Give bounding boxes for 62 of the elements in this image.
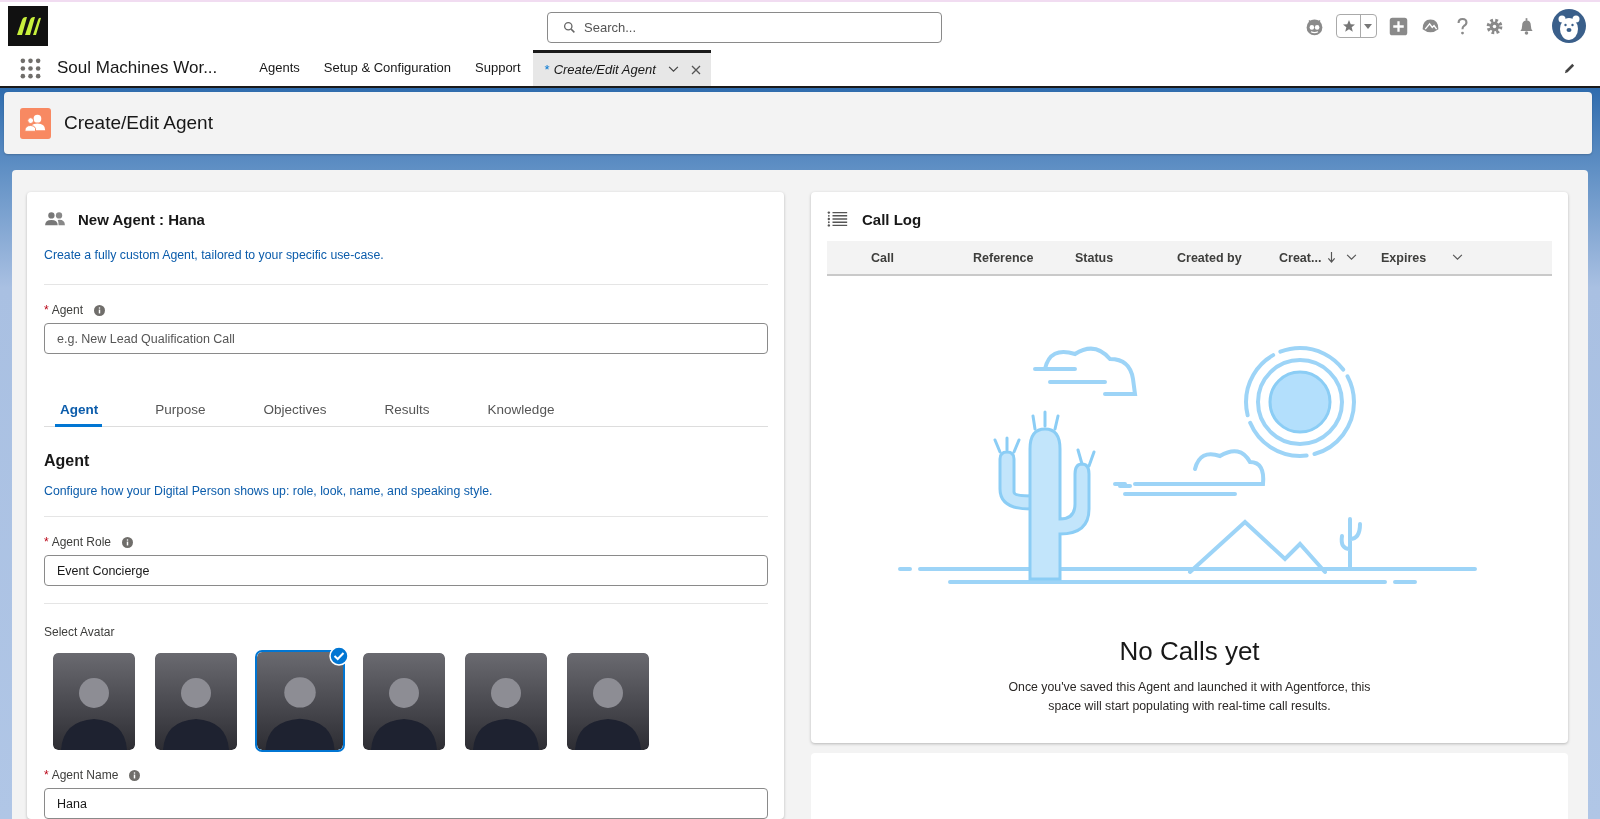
- agent-name-input[interactable]: Hana: [44, 788, 768, 819]
- field-label: Agent Name: [51, 768, 119, 782]
- star-icon: [1341, 18, 1357, 34]
- info-icon: [122, 536, 134, 548]
- close-icon[interactable]: [690, 64, 701, 75]
- empty-state-message: Once you've saved this Agent and launched it with Agentforce, this space will start populating with real-time call results.: [1007, 679, 1372, 715]
- avatar-photo-placeholder[interactable]: [155, 652, 237, 750]
- avatar-photo-placeholder[interactable]: [567, 652, 649, 750]
- required-mark: *: [44, 768, 49, 782]
- form-tab[interactable]: Results: [384, 398, 430, 427]
- avatar-photo-placeholder[interactable]: [53, 652, 135, 750]
- form-tab[interactable]: Knowledge: [487, 398, 555, 427]
- people-icon: [44, 210, 66, 228]
- search-field[interactable]: Search...: [547, 12, 942, 43]
- form-tab[interactable]: Objectives: [263, 398, 327, 427]
- nav-item[interactable]: Agents: [247, 50, 312, 86]
- logo-icon: [8, 6, 48, 46]
- people-icon: [20, 107, 51, 139]
- search-icon: [563, 21, 576, 34]
- agent-input[interactable]: e.g. New Lead Qualification Call: [44, 323, 768, 354]
- agent-role-input[interactable]: Event Concierge: [44, 555, 768, 586]
- column-header[interactable]: Call: [871, 250, 973, 265]
- card-subtitle: Create a fully custom Agent, tailored to your specific use-case.: [44, 248, 385, 262]
- app-launcher-icon[interactable]: [20, 57, 41, 79]
- required-mark: *: [44, 535, 49, 549]
- form-tab[interactable]: Purpose: [155, 398, 206, 427]
- avatar-photo-placeholder[interactable]: [465, 652, 547, 750]
- column-header[interactable]: Reference: [973, 250, 1075, 265]
- info-icon: [129, 769, 141, 781]
- caret-icon: [1364, 23, 1372, 29]
- app-name: Soul Machines Wor...: [57, 58, 218, 78]
- column-header[interactable]: Creat...: [1279, 250, 1381, 265]
- page-title: Create/Edit Agent: [64, 112, 213, 134]
- field-label: Agent: [51, 303, 84, 317]
- check-icon: [329, 646, 349, 666]
- arrow-down-icon: [1327, 252, 1337, 263]
- pencil-icon[interactable]: [1563, 61, 1576, 75]
- field-label: Agent Role: [51, 535, 112, 549]
- required-mark: *: [44, 303, 49, 317]
- user-avatar-icon[interactable]: [1552, 9, 1586, 43]
- section-title: Agent: [44, 452, 91, 470]
- column-header[interactable]: Status: [1075, 250, 1177, 265]
- chevron-down-icon[interactable]: [667, 66, 679, 73]
- empty-state-title: No Calls yet: [1119, 636, 1260, 667]
- form-tab[interactable]: Agent: [55, 398, 103, 427]
- list-icon: [827, 210, 849, 228]
- avatar-photo-placeholder[interactable]: [363, 652, 445, 750]
- nav-tab[interactable]: * Create/Edit Agent: [532, 50, 711, 86]
- favorites-button[interactable]: [1336, 14, 1377, 38]
- avatar-photo-placeholder[interactable]: [257, 652, 343, 750]
- column-header[interactable]: Created by: [1177, 250, 1279, 265]
- nav-item[interactable]: Setup & Configuration: [311, 50, 463, 86]
- section-description: Configure how your Digital Person shows up: role, look, name, and speaking style.: [44, 484, 494, 498]
- field-label: Select Avatar: [44, 624, 116, 640]
- chevron-down-icon[interactable]: [1346, 254, 1358, 261]
- card-title: New Agent : Hana: [78, 210, 205, 228]
- info-icon: [94, 304, 106, 316]
- chevron-down-icon[interactable]: [1452, 254, 1464, 261]
- column-header[interactable]: Expires: [1381, 250, 1483, 265]
- plus-icon[interactable]: [1388, 15, 1409, 37]
- nav-item[interactable]: Support: [463, 50, 533, 86]
- card-title: Call Log: [862, 210, 922, 228]
